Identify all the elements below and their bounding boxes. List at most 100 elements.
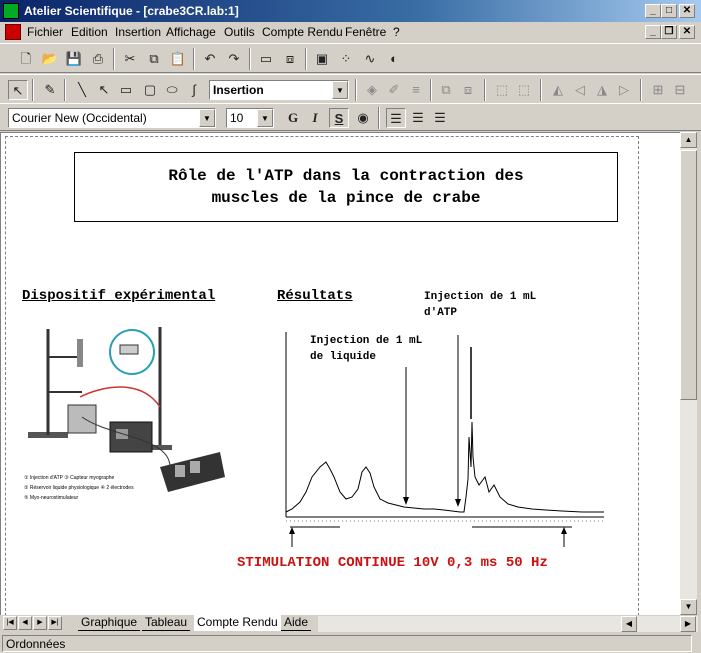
doc-close-button[interactable]: ✕: [679, 25, 695, 39]
menu-fichier[interactable]: Fichier: [27, 25, 63, 39]
tab-aide[interactable]: Aide: [281, 615, 312, 631]
mode-select-value: Insertion: [213, 83, 264, 97]
print-icon[interactable]: ⎙: [88, 49, 108, 69]
tab-tableau[interactable]: Tableau: [142, 615, 191, 631]
report-page: Rôle de l'ATP dans la contraction des mu…: [5, 136, 639, 615]
bold-button[interactable]: G: [283, 108, 303, 128]
paste-icon[interactable]: 📋: [168, 49, 188, 69]
status-bar: Ordonnées: [0, 634, 701, 653]
next-tab-icon[interactable]: ▶: [33, 616, 47, 630]
text-color-icon[interactable]: ◉: [353, 108, 373, 128]
table-icon[interactable]: ⁘: [336, 49, 356, 69]
distribute-icon[interactable]: ⊟: [670, 80, 690, 100]
menu-edition[interactable]: Edition: [71, 25, 108, 39]
chevron-down-icon[interactable]: ▼: [257, 109, 273, 127]
group-icon[interactable]: ⬚: [492, 80, 512, 100]
line-color-icon[interactable]: ✐: [384, 80, 404, 100]
results-heading: Résultats: [277, 288, 353, 304]
align-icon[interactable]: ⊞: [648, 80, 668, 100]
scroll-right-icon[interactable]: ▶: [680, 616, 696, 632]
bring-front-icon[interactable]: ⧉: [436, 80, 456, 100]
scroll-thumb[interactable]: [680, 150, 697, 400]
new-icon[interactable]: 🗋: [16, 49, 36, 69]
format-toolbar: Courier New (Occidental) ▼ 10 ▼ G I S ◉ …: [0, 103, 701, 131]
prev-tab-icon[interactable]: ◀: [18, 616, 32, 630]
scroll-down-icon[interactable]: ▼: [680, 599, 697, 615]
send-back-icon[interactable]: ⧈: [458, 80, 478, 100]
first-tab-icon[interactable]: |◀: [3, 616, 17, 630]
doc-minimize-button[interactable]: _: [645, 25, 661, 39]
undo-icon[interactable]: ↶: [200, 49, 220, 69]
atp-injection-label-line2: d'ATP: [424, 307, 458, 319]
size-select[interactable]: 10 ▼: [226, 108, 274, 128]
line-icon[interactable]: ╲: [72, 80, 92, 100]
open-icon[interactable]: 📂: [40, 49, 60, 69]
vertical-scrollbar[interactable]: ▲ ▼: [680, 132, 697, 615]
minimize-button[interactable]: _: [645, 4, 661, 18]
flip-vertical-icon[interactable]: ◮: [592, 80, 612, 100]
stimulation-label: STIMULATION CONTINUE 10V 0,3 ms 50 Hz: [237, 555, 548, 571]
svg-text:① Injection d'ATP ③ Capteur: ① Injection d'ATP ③ Capteur myographe: [24, 475, 115, 481]
arrow-icon[interactable]: ↖: [94, 80, 114, 100]
menu-help[interactable]: ?: [393, 25, 400, 39]
tab-graphique[interactable]: Graphique: [78, 615, 141, 631]
liquid-injection-label-line2: de liquide: [310, 351, 377, 363]
save-icon[interactable]: 💾: [64, 49, 84, 69]
rectangle-icon[interactable]: ▭: [116, 80, 136, 100]
fill-icon[interactable]: ◈: [362, 80, 382, 100]
italic-button[interactable]: I: [305, 108, 325, 128]
cut-icon[interactable]: ✂: [120, 49, 140, 69]
align-right-icon[interactable]: ☰: [430, 108, 450, 128]
align-center-icon[interactable]: ☰: [408, 108, 428, 128]
contraction-trace: [285, 421, 604, 513]
ungroup-icon[interactable]: ⬚: [514, 80, 534, 100]
atp-injection-label-line1: Injection de 1 mL: [424, 291, 537, 303]
menu-compte-rendu[interactable]: Compte Rendu: [262, 25, 343, 39]
reservoir: [77, 339, 83, 367]
document-icon[interactable]: [5, 24, 21, 40]
chevron-down-icon[interactable]: ▼: [332, 81, 348, 99]
tab-compte-rendu[interactable]: Compte Rendu: [194, 615, 281, 631]
sheet-tab-strip: |◀ ◀ ▶ ▶| Graphique Tableau Compte Rendu…: [0, 615, 698, 633]
doc-restore-button[interactable]: ❐: [661, 25, 677, 39]
graph-window-icon[interactable]: ⧈: [280, 49, 300, 69]
document-area[interactable]: Rôle de l'ATP dans la contraction des mu…: [0, 132, 680, 615]
menu-outils[interactable]: Outils: [224, 25, 255, 39]
size-select-value: 10: [230, 111, 244, 125]
align-left-icon[interactable]: ☰: [386, 108, 406, 128]
maximize-button[interactable]: □: [661, 4, 677, 18]
scroll-up-icon[interactable]: ▲: [680, 132, 697, 148]
horizontal-scrollbar[interactable]: ◀ ▶: [318, 616, 698, 632]
report-title-box[interactable]: Rôle de l'ATP dans la contraction des mu…: [74, 152, 618, 222]
menu-fenetre[interactable]: Fenêtre: [345, 25, 386, 39]
rotate-right-icon[interactable]: ▷: [614, 80, 634, 100]
font-select[interactable]: Courier New (Occidental) ▼: [8, 108, 216, 128]
close-button[interactable]: ✕: [679, 4, 695, 18]
menu-affichage[interactable]: Affichage: [166, 25, 216, 39]
svg-text:② Réservoir liquide physiologi: ② Réservoir liquide physiologique ④ 2 él…: [24, 485, 134, 491]
scroll-left-icon[interactable]: ◀: [621, 616, 637, 632]
pointer-icon[interactable]: ↖: [8, 80, 28, 100]
underline-button[interactable]: S: [329, 108, 349, 128]
drawing-toolbar: ↖ ✎ ╲ ↖ ▭ ▢ ⬭ ∫ Insertion ▼ ◈ ✐ ≡ ⧉ ⧈ ⬚ …: [0, 74, 701, 104]
line-style-icon[interactable]: ≡: [406, 80, 426, 100]
flip-horizontal-icon[interactable]: ◭: [548, 80, 568, 100]
pencil-icon[interactable]: ✎: [40, 80, 60, 100]
rotate-left-icon[interactable]: ◁: [570, 80, 590, 100]
monitor-icon[interactable]: ▣: [312, 49, 332, 69]
last-tab-icon[interactable]: ▶|: [48, 616, 62, 630]
setup-illustration[interactable]: ① Injection d'ATP ③ Capteur myographe ② …: [20, 317, 240, 517]
redo-icon[interactable]: ↷: [224, 49, 244, 69]
chevron-down-icon[interactable]: ▼: [199, 109, 215, 127]
menu-bar: Fichier Edition Insertion Affichage Outi…: [0, 22, 701, 42]
curve-icon[interactable]: ∿: [360, 49, 380, 69]
freeform-icon[interactable]: ∫: [184, 80, 204, 100]
mode-select[interactable]: Insertion ▼: [209, 80, 349, 100]
ellipse-icon[interactable]: ⬭: [162, 80, 182, 100]
window-icon[interactable]: ▭: [256, 49, 276, 69]
title-bar: Atelier Scientifique - [crabe3CR.lab:1] …: [0, 0, 701, 22]
copy-icon[interactable]: ⧉: [144, 49, 164, 69]
rounded-rectangle-icon[interactable]: ▢: [140, 80, 160, 100]
menu-insertion[interactable]: Insertion: [115, 25, 161, 39]
acquisition-icon[interactable]: ◐: [384, 49, 404, 69]
